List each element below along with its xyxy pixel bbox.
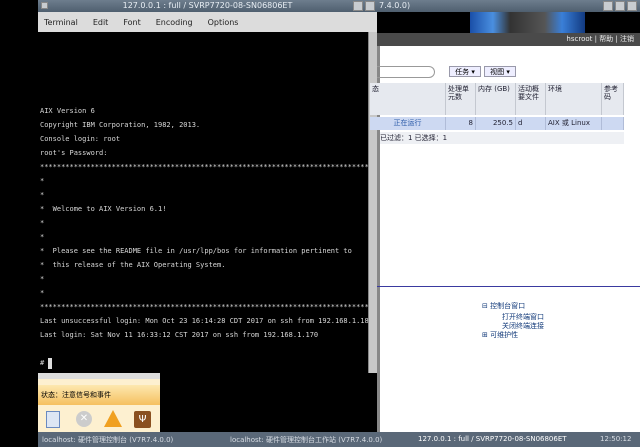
task-tree: ⊟ 控制台窗口 打开终端窗口 关闭终端连接 ⊞ 可维护性	[482, 302, 544, 340]
taskbar-item-hmc[interactable]: localhost: 硬件管理控制台 (V7R7.4.0.0)	[42, 435, 173, 445]
status-header: 状态：注意信号和事件	[38, 385, 160, 405]
terminal-line: * Welcome to AIX Version 6.1! *	[40, 205, 373, 213]
terminal-line: * *	[40, 275, 373, 283]
open-terminal-link[interactable]: 打开终端窗口	[482, 313, 544, 322]
service-icon[interactable]: Ψ	[134, 411, 151, 428]
cell-proc: 8	[446, 117, 476, 130]
hmc-window: 7.4.0.0) hscroot | 帮助 | 注销 任务 ▾ 视图 ▾ ⊟ 控…	[377, 0, 640, 432]
taskbar-item-terminal[interactable]: 127.0.0.1 : full / SVRP7720-08-SN06806ET	[418, 435, 567, 443]
divider	[377, 286, 640, 287]
window-title: 127.0.0.1 : full / SVRP7720-08-SN06806ET	[122, 1, 293, 10]
banner-graphic	[470, 12, 585, 33]
terminal-window: 127.0.0.1 : full / SVRP7720-08-SN06806ET…	[38, 0, 377, 373]
terminal-line: #	[40, 359, 49, 367]
col-env[interactable]: 环境	[546, 83, 602, 115]
taskbar-item-hmc-workstation[interactable]: localhost: 硬件管理控制台工作站 (V7R7.4.0.0)	[230, 435, 382, 445]
close-terminal-link[interactable]: 关闭终端连接	[482, 322, 544, 331]
terminal-line: Console login: root	[40, 135, 121, 143]
minimize-icon[interactable]	[603, 1, 613, 11]
terminal-line: * *	[40, 191, 373, 199]
terminal-titlebar[interactable]: 127.0.0.1 : full / SVRP7720-08-SN06806ET	[38, 0, 377, 12]
taskbar: localhost: 硬件管理控制台 (V7R7.4.0.0) localhos…	[38, 432, 640, 447]
cursor	[48, 358, 52, 369]
window-menu-icon[interactable]	[41, 2, 48, 9]
views-button[interactable]: 视图 ▾	[484, 66, 516, 77]
minimize-icon[interactable]	[353, 1, 363, 11]
menu-edit[interactable]: Edit	[93, 18, 109, 27]
cell-ref	[602, 117, 624, 130]
col-memory[interactable]: 内存 (GB)	[476, 83, 516, 115]
terminal-output[interactable]: AIX Version 6 Copyright IBM Corporation, …	[38, 32, 373, 373]
banner	[377, 12, 640, 33]
col-proc[interactable]: 处理单元数	[446, 83, 476, 115]
logout-link[interactable]: 注销	[620, 35, 634, 43]
window-title: 7.4.0.0)	[379, 1, 411, 10]
menu-encoding[interactable]: Encoding	[156, 18, 193, 27]
terminal-line: Last unsuccessful login: Mon Oct 23 16:1…	[40, 317, 373, 325]
warning-icon[interactable]	[104, 410, 122, 427]
terminal-line: * *	[40, 289, 373, 297]
col-state[interactable]: 态	[370, 83, 446, 115]
terminal-line: * *	[40, 219, 373, 227]
horizontal-scrollbar[interactable]	[38, 373, 160, 379]
cell-profile: d	[516, 117, 546, 130]
tasks-button[interactable]: 任务 ▾	[449, 66, 481, 77]
terminal-line: * *	[40, 233, 373, 241]
cell-mem: 250.5	[476, 117, 516, 130]
terminal-line: * this release of the AIX Operating Syst…	[40, 261, 373, 269]
cell-env: AIX 或 Linux	[546, 117, 602, 130]
terminal-line: AIX Version 6	[40, 107, 95, 115]
cell-state[interactable]: 正在运行	[370, 117, 446, 130]
filter-input[interactable]	[377, 66, 435, 78]
terminal-line: Copyright IBM Corporation, 1982, 2013.	[40, 121, 201, 129]
clock: 12:50:12	[600, 435, 632, 443]
close-icon[interactable]	[365, 1, 375, 11]
username: hscroot	[566, 35, 593, 43]
user-bar: hscroot | 帮助 | 注销	[377, 33, 640, 46]
terminal-line: * Please see the README file in /usr/lpp…	[40, 247, 373, 255]
terminal-line: root's Password:	[40, 149, 108, 157]
event-log-icon[interactable]	[46, 411, 60, 428]
menu-font[interactable]: Font	[123, 18, 140, 27]
terminal-line: * *	[40, 177, 373, 185]
terminal-line: ****************************************…	[40, 303, 373, 311]
tree-node-serviceability[interactable]: ⊞ 可维护性	[482, 331, 544, 340]
col-profile[interactable]: 活动概要文件	[516, 83, 546, 115]
tree-node-console[interactable]: ⊟ 控制台窗口	[482, 302, 544, 311]
table-footer: 已过滤：1 已选择：1	[380, 132, 624, 144]
col-ref[interactable]: 参考码	[602, 83, 624, 115]
hmc-titlebar[interactable]: 7.4.0.0)	[377, 0, 640, 12]
maximize-icon[interactable]	[615, 1, 625, 11]
terminal-line: Last login: Sat Nov 11 16:33:12 CST 2017…	[40, 331, 319, 339]
menu-terminal[interactable]: Terminal	[44, 18, 78, 27]
menu-options[interactable]: Options	[208, 18, 239, 27]
status-panel: 状态：注意信号和事件 ✕ Ψ	[38, 373, 160, 432]
terminal-line: ****************************************…	[40, 163, 373, 171]
error-icon[interactable]: ✕	[76, 411, 92, 427]
help-link[interactable]: 帮助	[599, 35, 613, 43]
close-icon[interactable]	[627, 1, 637, 11]
terminal-menubar: Terminal Edit Font Encoding Options	[38, 12, 377, 32]
